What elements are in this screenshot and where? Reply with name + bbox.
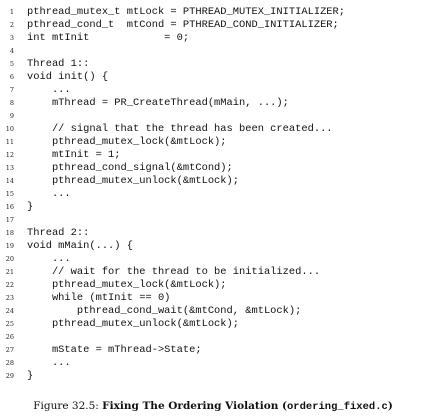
line-number: 29 — [5, 372, 14, 380]
code-text: int mtInit = 0; — [27, 32, 190, 44]
caption-title: Fixing The Ordering Violation ( — [102, 400, 287, 412]
code-line: 4 — [0, 45, 426, 58]
code-line: 19 void mMain(...) { — [0, 240, 426, 253]
line-number: 23 — [5, 294, 14, 302]
line-number: 7 — [9, 86, 14, 94]
line-number: 17 — [5, 216, 14, 224]
code-line: 24 pthread_cond_wait(&mtCond, &mtLock); — [0, 305, 426, 318]
code-text: ... — [27, 188, 71, 200]
code-line: 5 Thread 1:: — [0, 58, 426, 71]
line-number: 12 — [5, 151, 14, 159]
code-text: void mMain(...) { — [27, 240, 134, 252]
code-line: 3 int mtInit = 0; — [0, 32, 426, 45]
code-text: } — [27, 201, 34, 213]
code-text: ... — [27, 357, 71, 369]
line-number: 24 — [5, 307, 14, 315]
code-text: pthread_cond_signal(&mtCond); — [27, 162, 233, 174]
line-number: 28 — [5, 359, 14, 367]
code-text: pthread_mutex_unlock(&mtLock); — [27, 175, 240, 187]
code-line: 15 ... — [0, 188, 426, 201]
code-text: pthread_mutex_unlock(&mtLock); — [27, 318, 240, 330]
code-line: 18 Thread 2:: — [0, 227, 426, 240]
code-text: void init() { — [27, 71, 109, 83]
code-line: 23 while (mtInit == 0) — [0, 292, 426, 305]
line-number: 22 — [5, 281, 14, 289]
line-number: 3 — [9, 34, 14, 42]
line-number: 13 — [5, 164, 14, 172]
line-number: 26 — [5, 333, 14, 341]
code-text: pthread_cond_t mtCond = PTHREAD_COND_INI… — [27, 19, 339, 31]
line-number: 25 — [5, 320, 14, 328]
code-text: } — [27, 370, 34, 382]
line-number: 10 — [5, 125, 14, 133]
code-text: ... — [27, 253, 71, 265]
code-text: // wait for the thread to be initialized… — [27, 266, 321, 278]
code-text: // signal that the thread has been creat… — [27, 123, 333, 135]
line-number: 14 — [5, 177, 14, 185]
code-text: mtInit = 1; — [27, 149, 121, 161]
code-text: pthread_cond_wait(&mtCond, &mtLock); — [27, 305, 302, 317]
code-line: 13 pthread_cond_signal(&mtCond); — [0, 162, 426, 175]
code-text: ... — [27, 84, 71, 96]
code-line: 20 ... — [0, 253, 426, 266]
caption-filename: ordering_fixed.c — [286, 401, 388, 413]
code-line: 2 pthread_cond_t mtCond = PTHREAD_COND_IN… — [0, 19, 426, 32]
line-number: 2 — [9, 21, 14, 29]
caption-close: ) — [387, 400, 393, 412]
code-line: 21 // wait for the thread to be initiali… — [0, 266, 426, 279]
line-number: 11 — [5, 138, 14, 146]
code-line: 7 ... — [0, 84, 426, 97]
line-number: 21 — [5, 268, 14, 276]
line-number: 4 — [9, 47, 14, 55]
code-line: 10 // signal that the thread has been cr… — [0, 123, 426, 136]
code-text: pthread_mutex_t mtLock = PTHREAD_MUTEX_I… — [27, 6, 346, 18]
code-line: 29} — [0, 370, 426, 383]
code-text: mThread = PR_CreateThread(mMain, ...); — [27, 97, 289, 109]
line-number: 9 — [9, 112, 14, 120]
code-line: 25 pthread_mutex_unlock(&mtLock); — [0, 318, 426, 331]
line-number: 1 — [9, 8, 14, 16]
code-line: 28 ... — [0, 357, 426, 370]
line-number: 20 — [5, 255, 14, 263]
line-number: 8 — [9, 99, 14, 107]
code-line: 1 pthread_mutex_t mtLock = PTHREAD_MUTEX_… — [0, 6, 426, 19]
code-line: 16} — [0, 201, 426, 214]
code-line: 11 pthread_mutex_lock(&mtLock); — [0, 136, 426, 149]
code-text: mState = mThread->State; — [27, 344, 202, 356]
code-text: Thread 1:: — [27, 58, 90, 70]
code-line: 17 — [0, 214, 426, 227]
code-line: 22 pthread_mutex_lock(&mtLock); — [0, 279, 426, 292]
code-line: 26 — [0, 331, 426, 344]
line-number: 16 — [5, 203, 14, 211]
code-text: Thread 2:: — [27, 227, 90, 239]
code-text: pthread_mutex_lock(&mtLock); — [27, 279, 227, 291]
code-line: 8 mThread = PR_CreateThread(mMain, ...); — [0, 97, 426, 110]
code-line: 6 void init() { — [0, 71, 426, 84]
line-number: 18 — [5, 229, 14, 237]
code-text: while (mtInit == 0) — [27, 292, 171, 304]
caption-label: Figure 32.5: — [33, 400, 103, 412]
code-line: 9 — [0, 110, 426, 123]
line-number: 15 — [5, 190, 14, 198]
code-line: 12 mtInit = 1; — [0, 149, 426, 162]
figure-caption: Figure 32.5: Fixing The Ordering Violati… — [0, 400, 426, 413]
code-line: 14 pthread_mutex_unlock(&mtLock); — [0, 175, 426, 188]
code-line: 27 mState = mThread->State; — [0, 344, 426, 357]
code-text: pthread_mutex_lock(&mtLock); — [27, 136, 227, 148]
line-number: 6 — [9, 73, 14, 81]
line-number: 19 — [5, 242, 14, 250]
line-number: 5 — [9, 60, 14, 68]
line-number: 27 — [5, 346, 14, 354]
